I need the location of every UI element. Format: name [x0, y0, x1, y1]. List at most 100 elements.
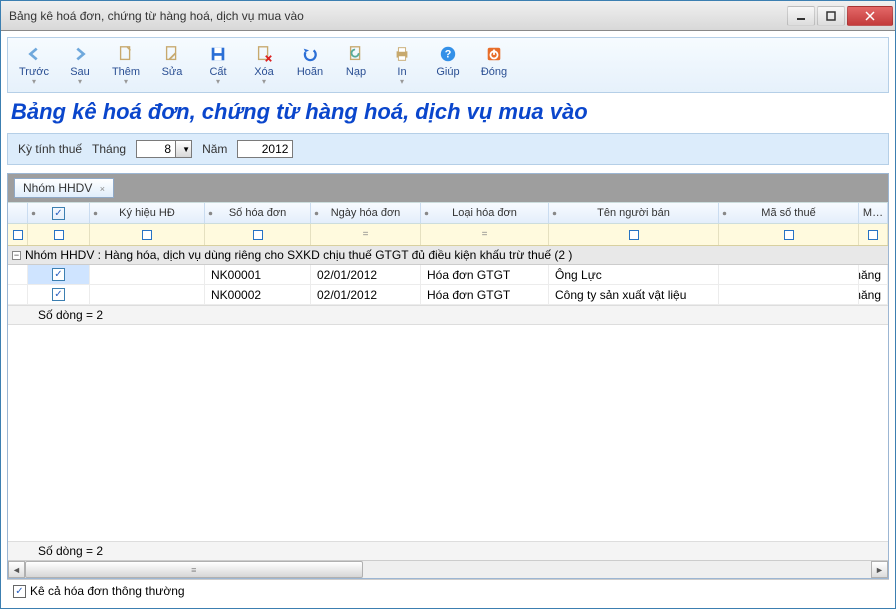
window-title: Bảng kê hoá đơn, chứng từ hàng hoá, dịch…: [9, 9, 785, 23]
pin-icon: [207, 210, 214, 217]
arrow-right-icon: [70, 44, 90, 64]
table-row[interactable]: NK00002 02/01/2012 Hóa đơn GTGT Công ty …: [8, 285, 888, 305]
row-checkbox[interactable]: [52, 268, 65, 281]
month-label: Tháng: [92, 142, 126, 156]
table-row[interactable]: NK00001 02/01/2012 Hóa đơn GTGT Ông Lực …: [8, 265, 888, 285]
cell-ten[interactable]: Ông Lực: [549, 265, 719, 284]
cell-ngay-hd[interactable]: 02/01/2012: [311, 285, 421, 304]
maximize-button[interactable]: [817, 6, 845, 26]
collapse-icon[interactable]: −: [12, 251, 21, 260]
prev-button[interactable]: Trước ▾: [14, 42, 54, 88]
horizontal-scrollbar[interactable]: ◄ ≡ ►: [8, 560, 888, 578]
filter-row: = =: [8, 224, 888, 246]
toolbar: Trước ▾ Sau ▾ Thêm ▾ Sửa Cất ▾: [7, 37, 889, 93]
cell-ky-hieu[interactable]: [90, 285, 205, 304]
filter-cell[interactable]: [859, 224, 888, 245]
toolbar-label: Giúp: [436, 66, 459, 78]
minimize-button[interactable]: [787, 6, 815, 26]
dropdown-icon: ▾: [216, 78, 220, 86]
col-header-overflow[interactable]: M…: [859, 203, 888, 223]
print-button[interactable]: In ▾: [382, 42, 422, 88]
undo-button[interactable]: Hoãn: [290, 42, 330, 80]
pin-icon: [30, 210, 37, 217]
delete-button[interactable]: Xóa ▾: [244, 42, 284, 88]
row-checkbox[interactable]: [52, 288, 65, 301]
reload-button[interactable]: Nạp: [336, 42, 376, 80]
cell-loai-hd[interactable]: Hóa đơn GTGT: [421, 265, 549, 284]
cell-so-hd[interactable]: NK00002: [205, 285, 311, 304]
app-window: Bảng kê hoá đơn, chứng từ hàng hoá, dịch…: [0, 0, 896, 609]
toolbar-label: Đóng: [481, 66, 507, 78]
group-summary: Số dòng = 2: [8, 305, 888, 325]
group-chip[interactable]: Nhóm HHDV ×: [14, 178, 114, 198]
svg-text:?: ?: [445, 49, 452, 61]
footer-option: Kê cả hóa đơn thông thường: [7, 579, 889, 602]
filter-cell[interactable]: =: [421, 224, 549, 245]
filter-cell[interactable]: [205, 224, 311, 245]
footer-checkbox-label: Kê cả hóa đơn thông thường: [30, 584, 185, 598]
close-button[interactable]: [847, 6, 893, 26]
cell-overflow[interactable]: Xi măng: [859, 285, 888, 304]
month-input[interactable]: [136, 140, 176, 158]
reload-icon: [346, 44, 366, 64]
cell-ky-hieu[interactable]: [90, 265, 205, 284]
toolbar-label: Nạp: [346, 66, 366, 78]
group-header[interactable]: − Nhóm HHDV : Hàng hóa, dịch vụ dùng riê…: [8, 246, 888, 265]
filter-cell[interactable]: [719, 224, 859, 245]
period-label: Kỳ tính thuế: [18, 142, 82, 156]
add-button[interactable]: Thêm ▾: [106, 42, 146, 88]
save-button[interactable]: Cất ▾: [198, 42, 238, 88]
footer-checkbox[interactable]: [13, 585, 26, 598]
pin-icon: [721, 210, 728, 217]
filter-bar: Kỳ tính thuế Tháng ▼ Năm: [7, 133, 889, 165]
cell-mst[interactable]: [719, 285, 859, 304]
month-dropdown-button[interactable]: ▼: [176, 140, 192, 158]
dropdown-icon: ▾: [262, 78, 266, 86]
save-icon: [208, 44, 228, 64]
cell-overflow[interactable]: Xi măng: [859, 265, 888, 284]
help-button[interactable]: ? Giúp: [428, 42, 468, 80]
filter-icon[interactable]: [13, 230, 23, 240]
pin-icon: [92, 210, 99, 217]
group-chip-remove-icon[interactable]: ×: [100, 184, 105, 194]
next-button[interactable]: Sau ▾: [60, 42, 100, 88]
cell-ten[interactable]: Công ty sản xuất vật liệu: [549, 285, 719, 304]
col-header-loai-hd[interactable]: Loại hóa đơn: [421, 203, 549, 223]
year-input[interactable]: [237, 140, 293, 158]
edit-doc-icon: [162, 44, 182, 64]
col-header-ten-nguoi-ban[interactable]: Tên người bán: [549, 203, 719, 223]
scroll-track[interactable]: ≡: [25, 561, 871, 578]
toolbar-label: Hoãn: [297, 66, 323, 78]
pin-icon: [423, 210, 430, 217]
dropdown-icon: ▾: [400, 78, 404, 86]
col-header-ngay-hd[interactable]: Ngày hóa đơn: [311, 203, 421, 223]
cell-ngay-hd[interactable]: 02/01/2012: [311, 265, 421, 284]
pin-icon: [313, 210, 320, 217]
scroll-right-button[interactable]: ►: [871, 561, 888, 578]
dropdown-icon: ▾: [78, 78, 82, 86]
scroll-thumb[interactable]: ≡: [25, 561, 363, 578]
toolbar-label: Sửa: [162, 66, 183, 78]
filter-cell[interactable]: =: [311, 224, 421, 245]
col-header-ma-so-thue[interactable]: Mã số thuế: [719, 203, 859, 223]
power-icon: [484, 44, 504, 64]
cell-mst[interactable]: [719, 265, 859, 284]
group-chip-label: Nhóm HHDV: [23, 181, 92, 195]
checkbox-column-header[interactable]: ✓: [28, 203, 90, 223]
group-by-row[interactable]: Nhóm HHDV ×: [8, 174, 888, 202]
filter-cell[interactable]: [90, 224, 205, 245]
filter-cell[interactable]: [28, 224, 90, 245]
scroll-left-button[interactable]: ◄: [8, 561, 25, 578]
cell-so-hd[interactable]: NK00001: [205, 265, 311, 284]
close-form-button[interactable]: Đóng: [474, 42, 514, 80]
col-header-so-hd[interactable]: Số hóa đơn: [205, 203, 311, 223]
cell-loai-hd[interactable]: Hóa đơn GTGT: [421, 285, 549, 304]
col-header-ky-hieu[interactable]: Ký hiệu HĐ: [90, 203, 205, 223]
filter-cell[interactable]: [549, 224, 719, 245]
dropdown-icon: ▾: [124, 78, 128, 86]
grid-summary: Số dòng = 2: [8, 541, 888, 560]
page-title: Bảng kê hoá đơn, chứng từ hàng hoá, dịch…: [7, 93, 889, 133]
group-header-text: Nhóm HHDV : Hàng hóa, dịch vụ dùng riêng…: [25, 248, 572, 262]
empty-grid-area: [8, 325, 888, 541]
edit-button[interactable]: Sửa: [152, 42, 192, 80]
